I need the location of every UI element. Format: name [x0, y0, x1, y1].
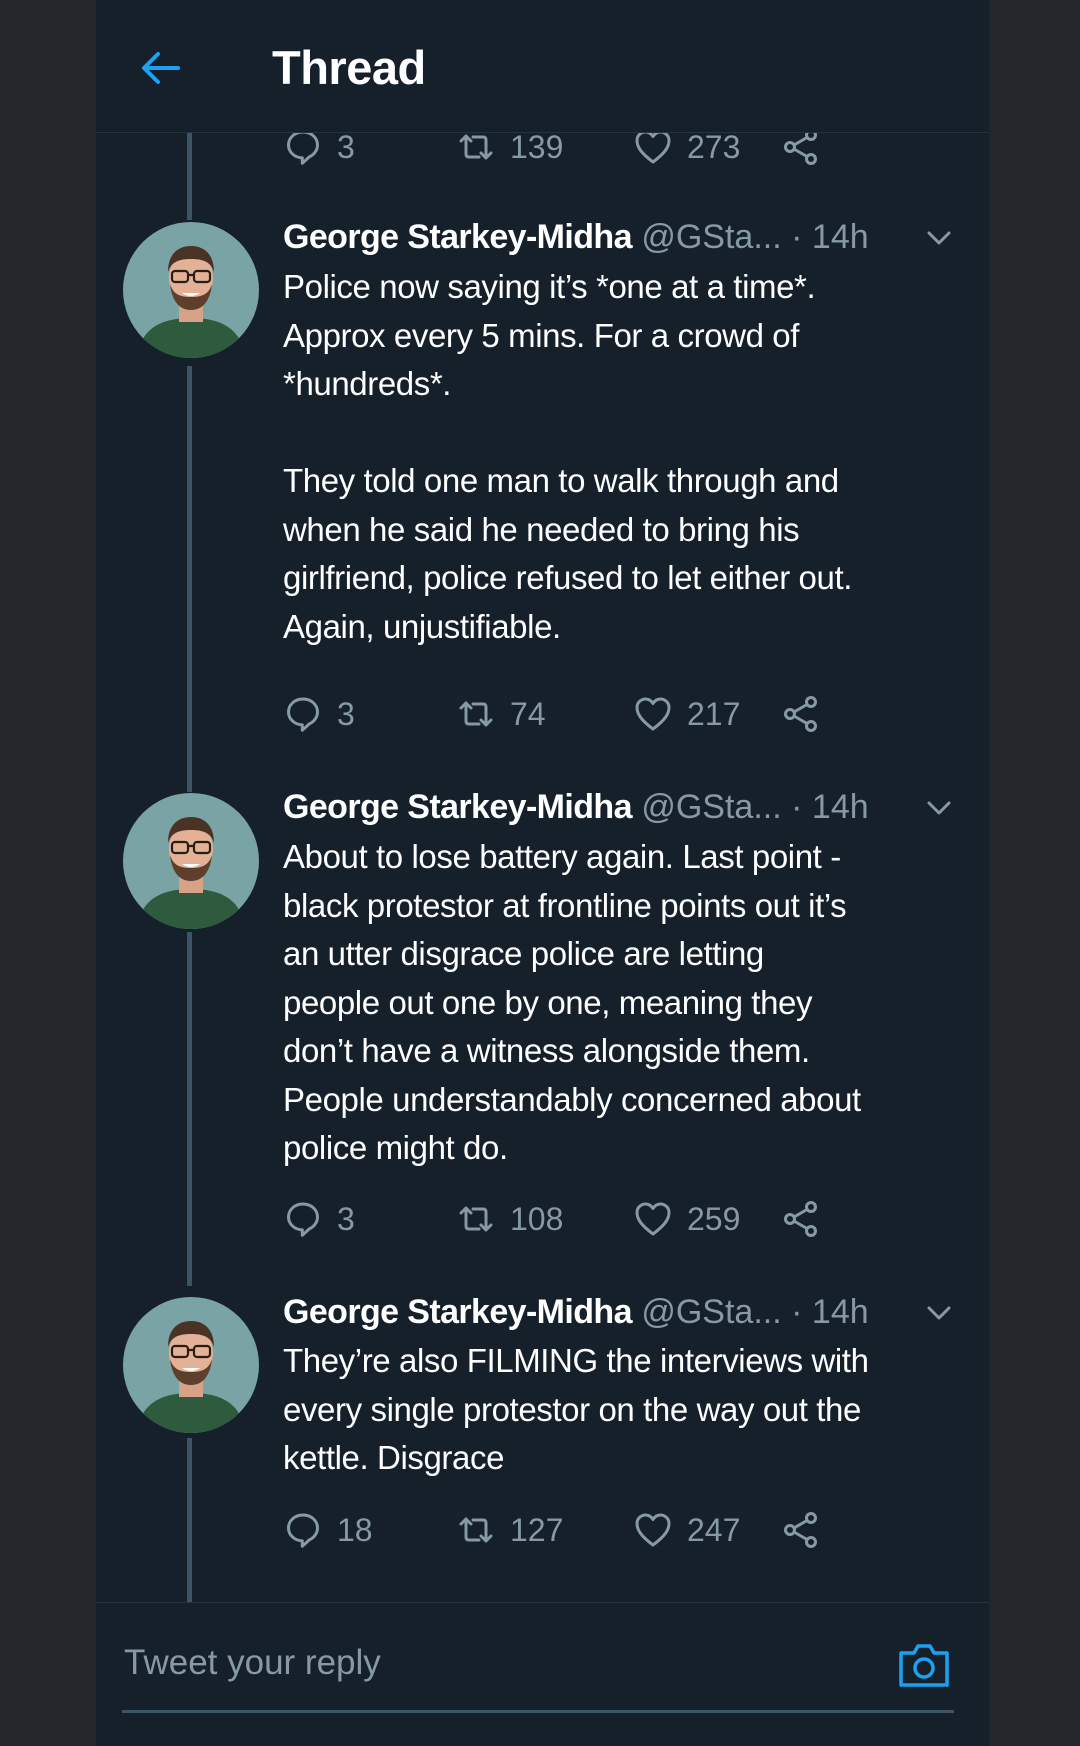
like-count: 247 — [687, 1511, 741, 1548]
reply-bubble-icon — [287, 1202, 319, 1237]
heart-icon — [635, 1513, 671, 1547]
avatar[interactable] — [123, 793, 259, 929]
chevron-down-icon[interactable] — [924, 1303, 954, 1323]
avatar-image — [123, 222, 259, 358]
camera-icon[interactable] — [898, 1639, 950, 1689]
like-button[interactable]: 217 — [633, 692, 740, 736]
like-count: 217 — [687, 695, 741, 732]
tweet-text: About to lose battery again. Last point … — [283, 838, 861, 1166]
like-count: 273 — [687, 128, 741, 165]
separator-dot: · — [791, 788, 803, 826]
arrow-left-icon[interactable] — [138, 45, 184, 91]
chevron-down-icon[interactable] — [924, 228, 954, 248]
reply-input-underline — [122, 1710, 954, 1713]
tweet-header: George Starkey-Midha @GSta... · 14h — [283, 217, 869, 257]
retweet-count: 74 — [510, 695, 546, 732]
reply-button[interactable]: 3 — [283, 692, 355, 736]
share-button[interactable] — [781, 1197, 821, 1241]
retweet-count: 108 — [510, 1200, 564, 1237]
heart-icon — [635, 1202, 671, 1236]
avatar[interactable] — [123, 222, 259, 358]
reply-bubble-icon — [287, 697, 319, 732]
tweet-actions: 18 127 247 — [283, 1508, 883, 1552]
reply-button[interactable]: 3 — [283, 1197, 355, 1241]
author-handle[interactable]: @GSta... — [641, 1293, 781, 1331]
author-handle[interactable]: @GSta... — [641, 788, 781, 826]
reply-composer: Tweet your reply — [96, 1602, 989, 1746]
author-handle[interactable]: @GSta... — [641, 218, 781, 256]
reply-count: 3 — [337, 695, 355, 732]
reply-bubble-icon — [287, 130, 319, 165]
share-button[interactable] — [781, 692, 821, 736]
retweet-icon — [459, 134, 493, 160]
top-bar: Thread — [96, 0, 989, 133]
retweet-icon — [459, 1206, 493, 1232]
reply-button[interactable]: 18 — [283, 1508, 373, 1552]
share-icon — [784, 1201, 817, 1237]
thread-line — [187, 120, 192, 220]
retweet-count: 139 — [510, 128, 564, 165]
avatar-image — [123, 1297, 259, 1433]
like-button[interactable]: 247 — [633, 1508, 740, 1552]
retweet-icon — [459, 701, 493, 727]
tweet-time[interactable]: 14h — [812, 218, 869, 256]
share-icon — [784, 1512, 817, 1548]
share-icon — [784, 129, 817, 165]
separator-dot: · — [791, 218, 803, 256]
heart-icon — [635, 130, 671, 164]
app-screen: 3 139 273 Thread George Starkey-Midha @G… — [96, 0, 989, 1746]
author-name[interactable]: George Starkey-Midha — [283, 788, 632, 826]
tweet-text: Police now saying it’s *one at a time*. … — [283, 268, 852, 645]
share-icon — [784, 696, 817, 732]
heart-icon — [635, 697, 671, 731]
tweet-time[interactable]: 14h — [812, 788, 869, 826]
like-count: 259 — [687, 1200, 741, 1237]
avatar[interactable] — [123, 1297, 259, 1433]
author-name[interactable]: George Starkey-Midha — [283, 218, 632, 256]
tweet-actions: 3 74 217 — [283, 692, 883, 736]
reply-count: 18 — [337, 1511, 373, 1548]
reply-input[interactable]: Tweet your reply — [124, 1643, 381, 1683]
retweet-icon — [459, 1517, 493, 1543]
separator-dot: · — [791, 1293, 803, 1331]
tweet-actions: 3 108 259 — [283, 1197, 883, 1241]
thread-line — [187, 1438, 192, 1602]
thread-line — [187, 366, 192, 792]
tweet-header: George Starkey-Midha @GSta... · 14h — [283, 1292, 869, 1332]
tweet-text: They’re also FILMING the interviews with… — [283, 1342, 869, 1476]
reply-bubble-icon — [287, 1513, 319, 1548]
share-button[interactable] — [781, 1508, 821, 1552]
chevron-down-icon[interactable] — [924, 798, 954, 818]
thread-line — [187, 932, 192, 1286]
page-title: Thread — [272, 41, 426, 94]
retweet-count: 127 — [510, 1511, 564, 1548]
like-button[interactable]: 259 — [633, 1197, 740, 1241]
reply-count: 3 — [337, 128, 355, 165]
tweet-header: George Starkey-Midha @GSta... · 14h — [283, 787, 869, 827]
reply-count: 3 — [337, 1200, 355, 1237]
retweet-button[interactable]: 74 — [456, 692, 546, 736]
author-name[interactable]: George Starkey-Midha — [283, 1293, 632, 1331]
avatar-image — [123, 793, 259, 929]
tweet-time[interactable]: 14h — [812, 1293, 869, 1331]
retweet-button[interactable]: 127 — [456, 1508, 563, 1552]
retweet-button[interactable]: 108 — [456, 1197, 563, 1241]
